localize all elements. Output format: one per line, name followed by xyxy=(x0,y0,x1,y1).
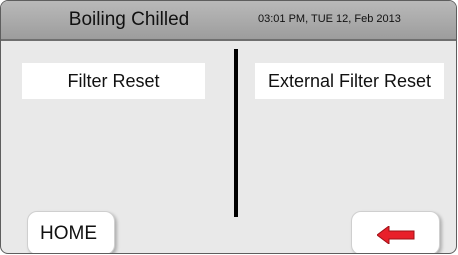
touch-screen: Boiling Chilled 03:01 PM, TUE 12, Feb 20… xyxy=(0,0,457,254)
external-filter-reset-button[interactable]: External Filter Reset xyxy=(255,63,444,99)
red-left-arrow-icon xyxy=(377,226,415,244)
header-bar: Boiling Chilled 03:01 PM, TUE 12, Feb 20… xyxy=(1,1,456,41)
center-divider xyxy=(234,49,238,217)
datetime-display: 03:01 PM, TUE 12, Feb 2013 xyxy=(258,13,401,25)
back-button[interactable] xyxy=(351,211,440,253)
home-button[interactable]: HOME xyxy=(27,211,115,253)
page-title: Boiling Chilled xyxy=(68,9,190,30)
filter-reset-button[interactable]: Filter Reset xyxy=(22,63,205,99)
